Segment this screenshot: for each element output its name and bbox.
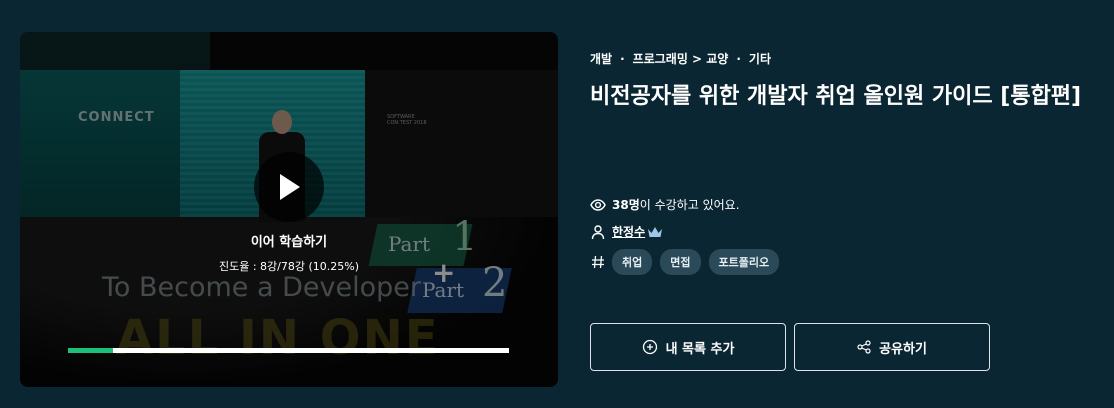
students-suffix: 이 수강하고 있어요.: [639, 198, 740, 212]
share-label: 공유하기: [879, 341, 927, 357]
tag-chip[interactable]: 포트폴리오: [708, 249, 780, 275]
instructor-name[interactable]: 한정수: [612, 223, 645, 240]
crown-icon: [648, 226, 663, 237]
add-to-list-label: 내 목록 추가: [665, 341, 735, 357]
person-icon: [591, 224, 605, 239]
students-row: 38명 이 수강하고 있어요.: [590, 196, 740, 213]
tag-chip[interactable]: 면접: [660, 249, 701, 275]
progress-bar: [68, 348, 509, 353]
breadcrumb-item-category1[interactable]: 개발: [590, 50, 612, 67]
breadcrumb: 개발 · 프로그래밍 > 교양 · 기타: [590, 50, 771, 67]
course-title: 비전공자를 위한 개발자 취업 올인원 가이드 [통합편]: [590, 84, 1082, 109]
breadcrumb-separator: ·: [620, 52, 625, 66]
breadcrumb-item-category2[interactable]: 프로그래밍 > 교양: [633, 50, 729, 67]
progress-fill: [68, 348, 114, 353]
plus-circle-icon: [642, 339, 657, 355]
course-thumbnail[interactable]: CONNECT SOFTWARE CON.TEST 2018 Part 1 Pa…: [20, 32, 558, 387]
hash-icon: [592, 255, 604, 269]
add-to-list-button[interactable]: 내 목록 추가: [590, 323, 786, 371]
share-icon: [857, 340, 871, 354]
instructor-row: 한정수: [590, 223, 663, 240]
progress-text: 진도율 : 8강/78강 (10.25%): [218, 260, 360, 273]
play-icon: [280, 174, 300, 200]
resume-learning-label[interactable]: 이어 학습하기: [20, 231, 558, 250]
students-count: 38명: [612, 198, 640, 212]
share-button[interactable]: 공유하기: [794, 323, 990, 371]
breadcrumb-separator: ·: [736, 52, 741, 66]
tag-chip[interactable]: 취업: [612, 249, 653, 275]
eye-icon: [590, 198, 606, 211]
breadcrumb-item-category3[interactable]: 기타: [749, 50, 771, 67]
play-button[interactable]: [254, 152, 324, 222]
tags-row: 취업 면접 포트폴리오: [590, 249, 787, 275]
